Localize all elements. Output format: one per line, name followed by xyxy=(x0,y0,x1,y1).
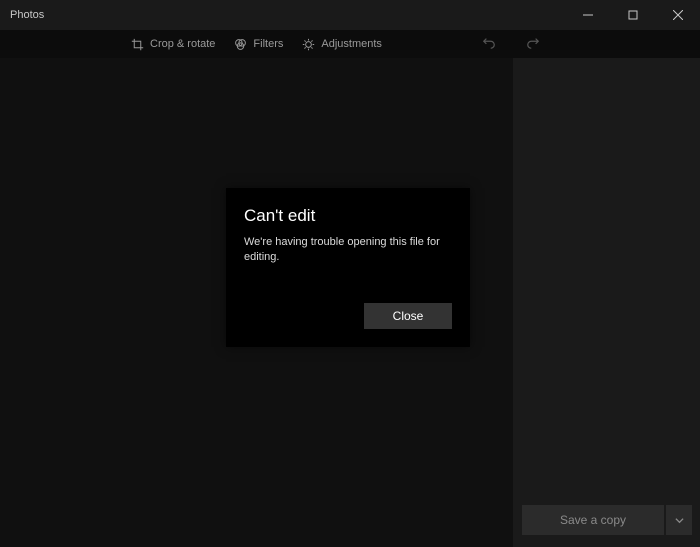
dialog-message: We're having trouble opening this file f… xyxy=(244,235,452,266)
dialog-title: Can't edit xyxy=(244,206,452,226)
error-dialog: Can't edit We're having trouble opening … xyxy=(226,188,470,348)
dialog-overlay: Can't edit We're having trouble opening … xyxy=(0,0,700,547)
dialog-close-button[interactable]: Close xyxy=(364,303,452,329)
